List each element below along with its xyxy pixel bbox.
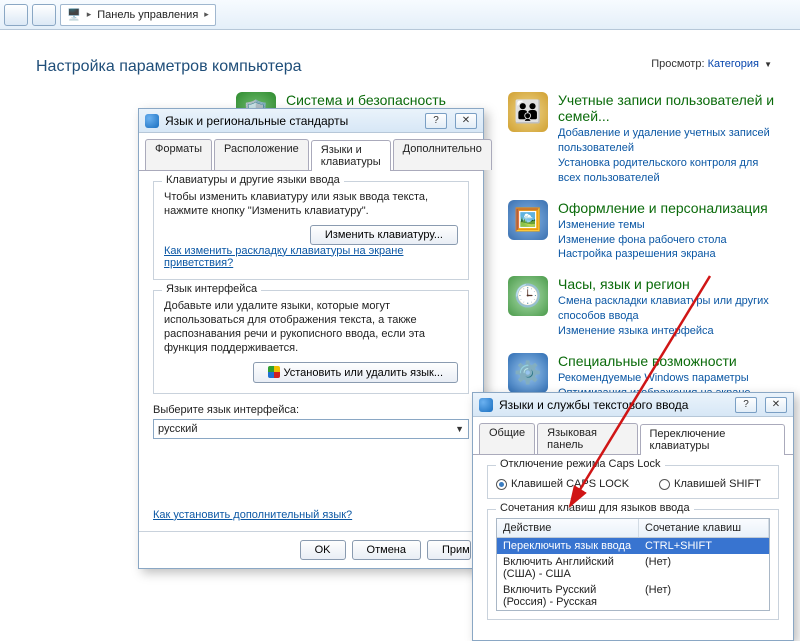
hotkey-list[interactable]: Действие Сочетание клавиш Переключить яз… (496, 518, 770, 611)
close-button[interactable]: ✕ (765, 397, 787, 413)
breadcrumb-text: Панель управления (97, 9, 198, 21)
tab-keyboards[interactable]: Языки и клавиатуры (311, 140, 391, 171)
tab-advanced[interactable]: Дополнительно (393, 139, 492, 170)
view-label: Просмотр: (651, 58, 704, 70)
view-value-link[interactable]: Категория (708, 58, 759, 70)
dialog-body: Клавиатуры и другие языки ввода Чтобы из… (139, 171, 483, 531)
ease-icon: ⚙️ (508, 353, 548, 393)
globe-icon (145, 114, 159, 128)
category-accounts[interactable]: 👪 Учетные записи пользователей и семей..… (508, 92, 780, 186)
chevron-right-icon: ▸ (87, 9, 92, 20)
list-row[interactable]: Включить Английский (США) - США (Нет) (497, 554, 769, 582)
group-text: Добавьте или удалите языки, которые могу… (164, 299, 458, 356)
back-button[interactable] (4, 4, 28, 26)
category-link[interactable]: Рекомендуемые Windows параметры (558, 371, 751, 386)
dialog-footer: OK Отмена Прим (139, 531, 483, 568)
category-title: Часы, язык и регион (558, 276, 780, 292)
tab-switching[interactable]: Переключение клавиатуры (640, 424, 785, 455)
group-hotkeys: Сочетания клавиш для языков ввода Действ… (487, 509, 779, 620)
change-keyboard-button[interactable]: Изменить клавиатуру... (310, 225, 458, 245)
control-panel-icon: 🖥️ (67, 8, 81, 21)
category-link[interactable]: Добавление и удаление учетных записей по… (558, 126, 780, 156)
list-header: Действие Сочетание клавиш (497, 519, 769, 538)
category-link[interactable]: Изменение темы (558, 218, 768, 233)
chevron-down-icon: ▼ (764, 60, 772, 69)
category-link[interactable]: Изменение языка интерфейса (558, 324, 780, 339)
list-row[interactable]: Переключить язык ввода CTRL+SHIFT (497, 538, 769, 554)
install-language-button[interactable]: Установить или удалить язык... (253, 362, 459, 383)
titlebar[interactable]: Языки и службы текстового ввода ? ✕ (473, 393, 793, 417)
category-title: Учетные записи пользователей и семей... (558, 92, 780, 124)
dialog-text-services: Языки и службы текстового ввода ? ✕ Общи… (472, 392, 794, 641)
group-capslock: Отключение режима Caps Lock Клавишей CAP… (487, 465, 779, 499)
dialog-region-language: Язык и региональные стандарты ? ✕ Формат… (138, 108, 484, 569)
breadcrumb[interactable]: 🖥️ ▸ Панель управления ▸ (60, 4, 216, 26)
tab-strip: Общие Языковая панель Переключение клави… (473, 417, 793, 455)
chevron-right-icon: ▸ (204, 9, 209, 20)
tab-strip: Форматы Расположение Языки и клавиатуры … (139, 133, 483, 171)
forward-button[interactable] (32, 4, 56, 26)
category-link[interactable]: Установка родительского контроля для все… (558, 156, 780, 186)
select-label: Выберите язык интерфейса: (153, 404, 469, 416)
monitor-icon: 🖼️ (508, 200, 548, 240)
group-title: Отключение режима Caps Lock (496, 458, 665, 470)
tab-formats[interactable]: Форматы (145, 139, 212, 170)
tab-general[interactable]: Общие (479, 423, 535, 454)
group-text: Чтобы изменить клавиатуру или язык ввода… (164, 190, 458, 219)
tab-language-bar[interactable]: Языковая панель (537, 423, 637, 454)
group-title: Язык интерфейса (162, 283, 261, 295)
radio-shift[interactable]: Клавишей SHIFT (659, 478, 761, 490)
category-link[interactable]: Смена раскладки клавиатуры или других сп… (558, 294, 780, 324)
globe-clock-icon: 🕒 (508, 276, 548, 316)
column-action: Действие (497, 519, 639, 537)
category-clock[interactable]: 🕒 Часы, язык и регион Смена раскладки кл… (508, 276, 780, 339)
category-title: Система и безопасность (286, 92, 446, 108)
group-ui-language: Язык интерфейса Добавьте или удалите язы… (153, 290, 469, 394)
language-select[interactable]: русский ▼ (153, 419, 469, 439)
dialog-title: Языки и службы текстового ввода (499, 398, 727, 412)
more-languages-link[interactable]: Как установить дополнительный язык? (153, 509, 352, 521)
ok-button[interactable]: OK (300, 540, 346, 560)
keyboard-icon (479, 398, 493, 412)
column-hotkey: Сочетание клавиш (639, 519, 769, 537)
radio-capslock[interactable]: Клавишей CAPS LOCK (496, 478, 629, 490)
category-appearance[interactable]: 🖼️ Оформление и персонализация Изменение… (508, 200, 780, 263)
select-value: русский (158, 423, 197, 435)
help-button[interactable]: ? (735, 397, 757, 413)
dialog-body: Отключение режима Caps Lock Клавишей CAP… (473, 455, 793, 640)
category-link[interactable]: Изменение фона рабочего стола (558, 233, 768, 248)
uac-shield-icon (268, 366, 280, 378)
users-icon: 👪 (508, 92, 548, 132)
category-link[interactable]: Настройка разрешения экрана (558, 247, 768, 262)
address-bar: 🖥️ ▸ Панель управления ▸ (0, 0, 800, 30)
group-title: Сочетания клавиш для языков ввода (496, 502, 694, 514)
group-keyboards: Клавиатуры и другие языки ввода Чтобы из… (153, 181, 469, 280)
category-title: Специальные возможности (558, 353, 751, 369)
category-title: Оформление и персонализация (558, 200, 768, 216)
apply-button[interactable]: Прим (427, 540, 471, 560)
group-title: Клавиатуры и другие языки ввода (162, 174, 344, 186)
cancel-button[interactable]: Отмена (352, 540, 421, 560)
close-button[interactable]: ✕ (455, 113, 477, 129)
titlebar[interactable]: Язык и региональные стандарты ? ✕ (139, 109, 483, 133)
view-selector: Просмотр: Категория ▼ (651, 58, 772, 70)
list-row[interactable]: Включить Русский (Россия) - Русская (Нет… (497, 582, 769, 610)
tab-location[interactable]: Расположение (214, 139, 309, 170)
layout-help-link[interactable]: Как изменить раскладку клавиатуры на экр… (164, 245, 403, 269)
dialog-title: Язык и региональные стандарты (165, 114, 417, 128)
help-button[interactable]: ? (425, 113, 447, 129)
chevron-down-icon: ▼ (455, 424, 464, 434)
